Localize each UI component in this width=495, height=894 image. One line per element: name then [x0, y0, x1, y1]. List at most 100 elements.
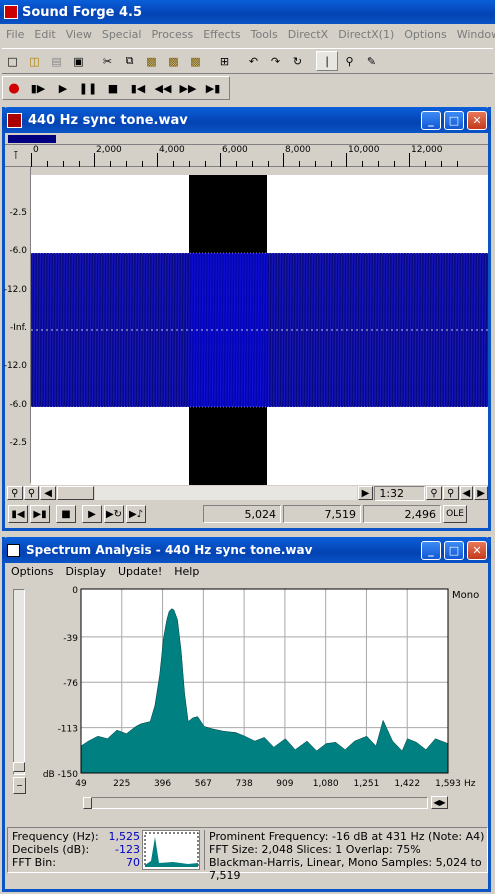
menu-options[interactable]: Options — [404, 28, 446, 41]
selection-start: 5,024 — [203, 505, 281, 523]
playbar-go-end-icon[interactable]: ▶▮ — [30, 505, 50, 523]
stop-icon[interactable]: ■ — [101, 78, 125, 98]
overview-thumb[interactable] — [8, 135, 56, 143]
frequency-value: 1,525 — [108, 830, 141, 843]
zoom-ratio: 1:32 — [374, 485, 426, 501]
wave-scrollbar: ⚲ ⚲ ◀ ▶ 1:32 ⚲ ⚲ ◀ ▶ — [5, 485, 488, 501]
save-as-icon[interactable]: ▤ — [46, 51, 67, 71]
overview-bar[interactable] — [5, 133, 488, 145]
x-unit-label: Hz — [464, 779, 476, 789]
scroll-right-button[interactable]: ▶ — [357, 486, 374, 500]
spectrum-close-button[interactable]: ✕ — [467, 540, 487, 560]
menu-directx[interactable]: DirectX — [288, 28, 328, 41]
x-tick-label: 1,080 — [313, 779, 339, 789]
x-tick-label: 1,593 — [435, 779, 461, 789]
magnify-tool-icon[interactable]: ⚲ — [339, 51, 360, 71]
spectrum-menu-update[interactable]: Update! — [118, 565, 162, 578]
window-settings: Blackman-Harris, Linear, Mono Samples: 5… — [209, 856, 482, 882]
wave-playbar: ▮◀ ▶▮ ■ ▶ ▶↻ ▶♪ 5,024 7,519 2,496 OLE — [5, 503, 488, 525]
rewind-icon[interactable]: ◀◀ — [151, 78, 175, 98]
spectrum-menu-help[interactable]: Help — [174, 565, 199, 578]
undo-icon[interactable]: ↶ — [243, 51, 264, 71]
db-scale-label: -12.0 — [3, 285, 27, 295]
menu-window[interactable]: Window — [457, 28, 495, 41]
play-all-icon[interactable]: ▮▶ — [26, 78, 50, 98]
menu-process[interactable]: Process — [151, 28, 193, 41]
menu-directx1[interactable]: DirectX(1) — [338, 28, 394, 41]
ruler-label: 0 — [33, 145, 39, 155]
spectrum-menu-options[interactable]: Options — [11, 565, 53, 578]
spectrum-icon — [7, 543, 20, 557]
playbar-go-start-icon[interactable]: ▮◀ — [8, 505, 28, 523]
frequency-slider-thumb[interactable] — [83, 797, 92, 809]
menu-special[interactable]: Special — [102, 28, 142, 41]
menu-view[interactable]: View — [66, 28, 92, 41]
app-title: Sound Forge 4.5 — [22, 4, 143, 20]
waveform-area[interactable] — [31, 175, 488, 485]
y-tick-label: 0 — [72, 586, 78, 596]
frequency-range-button[interactable]: ◀▶ — [431, 796, 448, 809]
crop-icon[interactable]: ⊞ — [214, 51, 235, 71]
go-to-end-icon[interactable]: ▶▮ — [201, 78, 225, 98]
zoom-in-icon[interactable]: ⚲ — [23, 486, 40, 500]
db-scale-label: -2.5 — [9, 438, 27, 448]
frequency-slider[interactable] — [83, 797, 428, 809]
save-icon[interactable]: ▣ — [68, 51, 89, 71]
menu-file[interactable]: File — [6, 28, 24, 41]
menu-effects[interactable]: Effects — [203, 28, 240, 41]
paste-crossfade-icon[interactable]: ▩ — [185, 51, 206, 71]
forward-icon[interactable]: ▶▶ — [176, 78, 200, 98]
x-tick-label: 49 — [75, 779, 87, 789]
playbar-plugin-icon[interactable]: ▶♪ — [126, 505, 146, 523]
scroll-thumb[interactable] — [56, 486, 95, 500]
edit-tool-icon[interactable]: ∣ — [316, 51, 338, 71]
play-icon[interactable]: ▶ — [51, 78, 75, 98]
y-tick-label: -113 — [58, 725, 78, 735]
ruler-tick — [31, 153, 32, 167]
menu-edit[interactable]: Edit — [34, 28, 55, 41]
playbar-play-icon[interactable]: ▶ — [82, 505, 102, 523]
ruler-tick — [157, 153, 158, 167]
new-icon[interactable]: □ — [2, 51, 23, 71]
ruler-tick — [346, 153, 347, 167]
spectrum-menu-display[interactable]: Display — [65, 565, 106, 578]
ole-button[interactable]: OLE — [443, 505, 467, 523]
scroll-left-button[interactable]: ◀ — [40, 486, 56, 500]
close-button[interactable]: ✕ — [467, 110, 487, 130]
copy-icon[interactable]: ⧉ — [119, 51, 140, 71]
time-zoom-in-icon[interactable]: ⚲ — [442, 486, 459, 500]
spectrum-minimize-button[interactable]: _ — [421, 540, 441, 560]
y-tick-label: dB -150 — [43, 770, 78, 780]
pause-icon[interactable]: ❚❚ — [76, 78, 100, 98]
time-scroll-right-button[interactable]: ▶ — [474, 486, 488, 500]
spectrum-maximize-button[interactable]: □ — [444, 540, 464, 560]
time-scroll-left-button[interactable]: ◀ — [459, 486, 474, 500]
spectrum-chart[interactable]: 0 -39 -76 -113 dB -15049 225 396 567 738 909 1,080… — [5, 585, 488, 795]
record-icon[interactable]: ● — [3, 78, 25, 98]
zoom-out-icon[interactable]: ⚲ — [7, 486, 23, 500]
scroll-track[interactable] — [95, 486, 357, 500]
repeat-icon[interactable]: ↻ — [287, 51, 308, 71]
minimize-button[interactable]: _ — [421, 110, 441, 130]
pencil-tool-icon[interactable]: ✎ — [361, 51, 382, 71]
playbar-stop-icon[interactable]: ■ — [56, 505, 76, 523]
menu-tools[interactable]: Tools — [251, 28, 278, 41]
maximize-button[interactable]: □ — [444, 110, 464, 130]
paste-icon[interactable]: ▩ — [141, 51, 162, 71]
playbar-loop-icon[interactable]: ▶↻ — [104, 505, 124, 523]
y-tick-label: -76 — [63, 679, 78, 689]
cut-icon[interactable]: ✂ — [97, 51, 118, 71]
time-zoom-out-icon[interactable]: ⚲ — [426, 486, 442, 500]
spectrum-window-title: Spectrum Analysis - 440 Hz sync tone.wav — [26, 543, 313, 557]
open-icon[interactable]: ◫ — [24, 51, 45, 71]
db-scale: -2.5 -6.0 -12.0 -Inf. -12.0 -6.0 -2.5 — [3, 167, 31, 483]
spectrum-status: Frequency (Hz): 1,525 Decibels (dB): -123 … — [7, 827, 488, 882]
redo-icon[interactable]: ↷ — [265, 51, 286, 71]
go-to-start-icon[interactable]: ▮◀ — [126, 78, 150, 98]
fft-settings: FFT Size: 2,048 Slices: 1 Overlap: 75% — [209, 843, 421, 856]
paste-mix-icon[interactable]: ▩ — [163, 51, 184, 71]
ruler-label: 6,000 — [222, 145, 248, 155]
ruler-label: 2,000 — [96, 145, 122, 155]
ruler-label: 4,000 — [159, 145, 185, 155]
app-icon — [4, 5, 18, 19]
